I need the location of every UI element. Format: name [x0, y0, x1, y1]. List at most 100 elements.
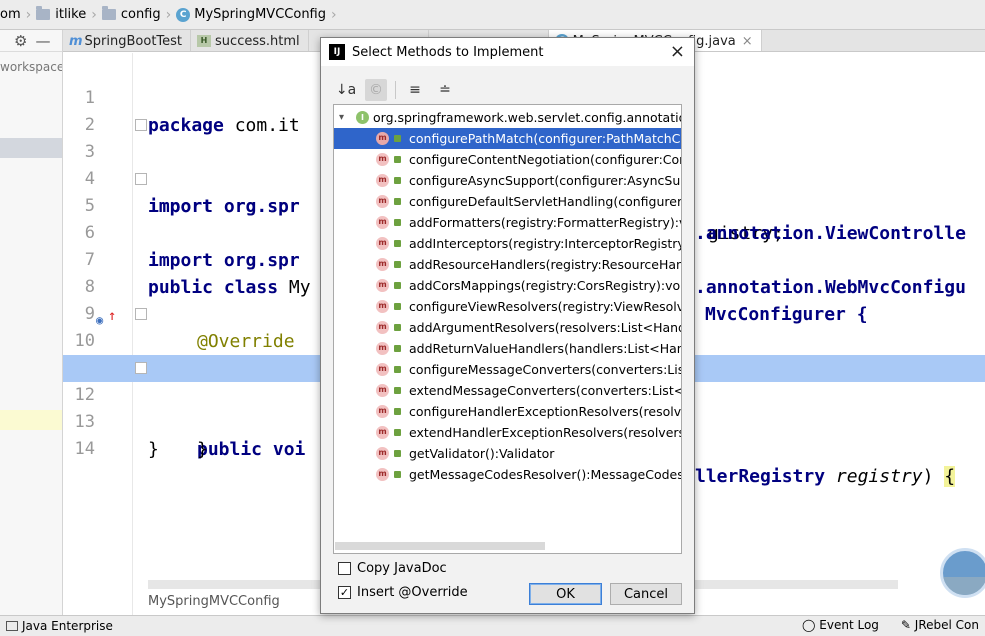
method-row[interactable]: m configurePathMatch(configurer:PathMatch…: [334, 128, 681, 149]
public-visibility-icon: [394, 450, 401, 457]
method-signature: addResourceHandlers(registry:ResourceHan…: [409, 257, 681, 272]
public-visibility-icon: [394, 471, 401, 478]
jrebel-button[interactable]: ✎ JRebel Con: [901, 618, 979, 632]
param-name: registry: [835, 466, 923, 487]
method-signature: addReturnValueHandlers(handlers:List<Han…: [409, 341, 681, 356]
toolbar-divider: [395, 81, 396, 99]
breadcrumb-item-itlike[interactable]: itlike ›: [36, 0, 102, 29]
java-enterprise-button[interactable]: Java Enterprise: [6, 619, 113, 633]
method-row[interactable]: m configureHandlerExceptionResolvers(reso…: [334, 401, 681, 422]
method-icon: m: [376, 321, 389, 334]
method-row[interactable]: m configureDefaultServletHandling(configu…: [334, 191, 681, 212]
method-icon: m: [376, 237, 389, 250]
method-row[interactable]: m configureContentNegotiation(configurer:…: [334, 149, 681, 170]
public-visibility-icon: [394, 345, 401, 352]
fold-icon[interactable]: [135, 308, 147, 320]
method-icon: m: [376, 384, 389, 397]
copy-javadoc-label: Copy JavaDoc: [357, 561, 447, 576]
html-icon: H: [197, 35, 212, 47]
class-icon: C: [176, 7, 191, 22]
event-log-button[interactable]: ◯ Event Log: [802, 618, 879, 632]
tree-root-interface[interactable]: ▾ I org.springframework.web.servlet.conf…: [334, 107, 681, 128]
method-row[interactable]: m getValidator():Validator: [334, 443, 681, 464]
copy-javadoc-option[interactable]: Copy JavaDoc: [338, 561, 447, 576]
method-icon: m: [376, 426, 389, 439]
public-visibility-icon: [394, 324, 401, 331]
method-signature: addCorsMappings(registry:CorsRegistry):v…: [409, 278, 681, 293]
insert-override-option[interactable]: ✓ Insert @Override: [338, 585, 468, 600]
method-icon: m: [376, 258, 389, 271]
methods-tree[interactable]: ▾ I org.springframework.web.servlet.conf…: [333, 104, 682, 554]
folder-icon: [101, 6, 116, 20]
method-signature: configureAsyncSupport(configurer:AsyncSu…: [409, 173, 681, 188]
project-tree-selected-row[interactable]: [0, 138, 62, 158]
up-arrow-icon[interactable]: ↑: [108, 303, 116, 330]
collapse-icon[interactable]: —: [35, 32, 50, 50]
workspace-label[interactable]: workspaceV: [0, 52, 62, 74]
sort-alphabetically-icon[interactable]: ↓a: [335, 79, 357, 101]
public-visibility-icon: [394, 366, 401, 373]
method-row[interactable]: m configureViewResolvers(registry:ViewRes…: [334, 296, 681, 317]
copy-javadoc-checkbox[interactable]: [338, 562, 351, 575]
chevron-down-icon[interactable]: ▾: [339, 107, 344, 128]
method-icon: m: [376, 174, 389, 187]
method-signature: configureDefaultServletHandling(configur…: [409, 194, 681, 209]
insert-override-checkbox[interactable]: ✓: [338, 586, 351, 599]
close-icon[interactable]: ×: [670, 41, 685, 62]
m-icon: m: [69, 33, 83, 49]
fold-icon[interactable]: [135, 173, 147, 185]
method-row[interactable]: m extendHandlerExceptionResolvers(resolve…: [334, 422, 681, 443]
project-panel: ⚙ — workspaceV: [0, 30, 63, 615]
method-signature: addFormatters(registry:FormatterRegistry…: [409, 215, 681, 230]
method-row[interactable]: m addArgumentResolvers(resolvers:List<Han…: [334, 317, 681, 338]
breadcrumb-label: om: [0, 7, 21, 22]
breadcrumb-item-class[interactable]: C MySpringMVCConfig ›: [176, 0, 341, 29]
method-signature: extendHandlerExceptionResolvers(resolver…: [409, 425, 681, 440]
method-icon: m: [376, 468, 389, 481]
method-row[interactable]: m getMessageCodesResolver():MessageCodesR…: [334, 464, 681, 485]
tab-springboottest[interactable]: m SpringBootTest: [63, 30, 192, 51]
method-row[interactable]: m addCorsMappings(registry:CorsRegistry):…: [334, 275, 681, 296]
tab-label: success.html: [215, 33, 300, 49]
collapse-all-icon[interactable]: ≐: [434, 79, 456, 101]
interface-name: org.springframework.web.servlet.config.a…: [373, 110, 681, 125]
tree-horizontal-scrollbar[interactable]: [335, 542, 545, 550]
expand-all-icon[interactable]: ≡: [404, 79, 426, 101]
show-classes-icon[interactable]: ©: [365, 79, 387, 101]
public-visibility-icon: [394, 261, 401, 268]
fold-icon[interactable]: [135, 362, 147, 374]
method-row[interactable]: m configureMessageConverters(converters:L…: [334, 359, 681, 380]
paren: ): [922, 466, 945, 487]
method-row[interactable]: m addResourceHandlers(registry:ResourceHa…: [334, 254, 681, 275]
tab-success-html[interactable]: H success.html: [191, 30, 309, 51]
cancel-button[interactable]: Cancel: [610, 583, 682, 605]
method-row[interactable]: m addInterceptors(registry:InterceptorReg…: [334, 233, 681, 254]
avatar[interactable]: [940, 548, 985, 598]
breadcrumb-item-config[interactable]: config ›: [101, 0, 176, 29]
method-row[interactable]: m addFormatters(registry:FormatterRegistr…: [334, 212, 681, 233]
public-visibility-icon: [394, 219, 401, 226]
chevron-right-icon: ›: [25, 6, 32, 23]
dialog-title: Select Methods to Implement: [352, 44, 544, 60]
gear-icon[interactable]: ⚙: [14, 32, 27, 50]
interface-icon: I: [356, 111, 369, 124]
breadcrumb-label: config: [120, 7, 161, 22]
method-row[interactable]: m extendMessageConverters(converters:List…: [334, 380, 681, 401]
method-row[interactable]: m addReturnValueHandlers(handlers:List<Ha…: [334, 338, 681, 359]
ok-button[interactable]: OK: [529, 583, 602, 605]
editor-breadcrumb[interactable]: MySpringMVCConfig: [148, 594, 280, 609]
chevron-right-icon: ›: [331, 6, 337, 23]
intellij-icon: IJ: [329, 44, 345, 60]
public-visibility-icon: [394, 408, 401, 415]
dialog-title-bar[interactable]: IJ Select Methods to Implement ×: [321, 38, 694, 66]
method-signature: getMessageCodesResolver():MessageCodesRe: [409, 467, 681, 482]
fold-icon[interactable]: [135, 119, 147, 131]
close-icon[interactable]: ×: [742, 34, 753, 49]
brace: }: [148, 439, 159, 460]
breadcrumb: om › itlike › config › C MySpringMVCConf…: [0, 0, 985, 30]
breadcrumb-item-om[interactable]: om ›: [0, 0, 36, 29]
method-icon: m: [376, 132, 389, 145]
project-panel-toolbar: ⚙ —: [0, 30, 62, 52]
method-row[interactable]: m configureAsyncSupport(configurer:AsyncS…: [334, 170, 681, 191]
project-tree-highlight-row[interactable]: [0, 410, 62, 430]
